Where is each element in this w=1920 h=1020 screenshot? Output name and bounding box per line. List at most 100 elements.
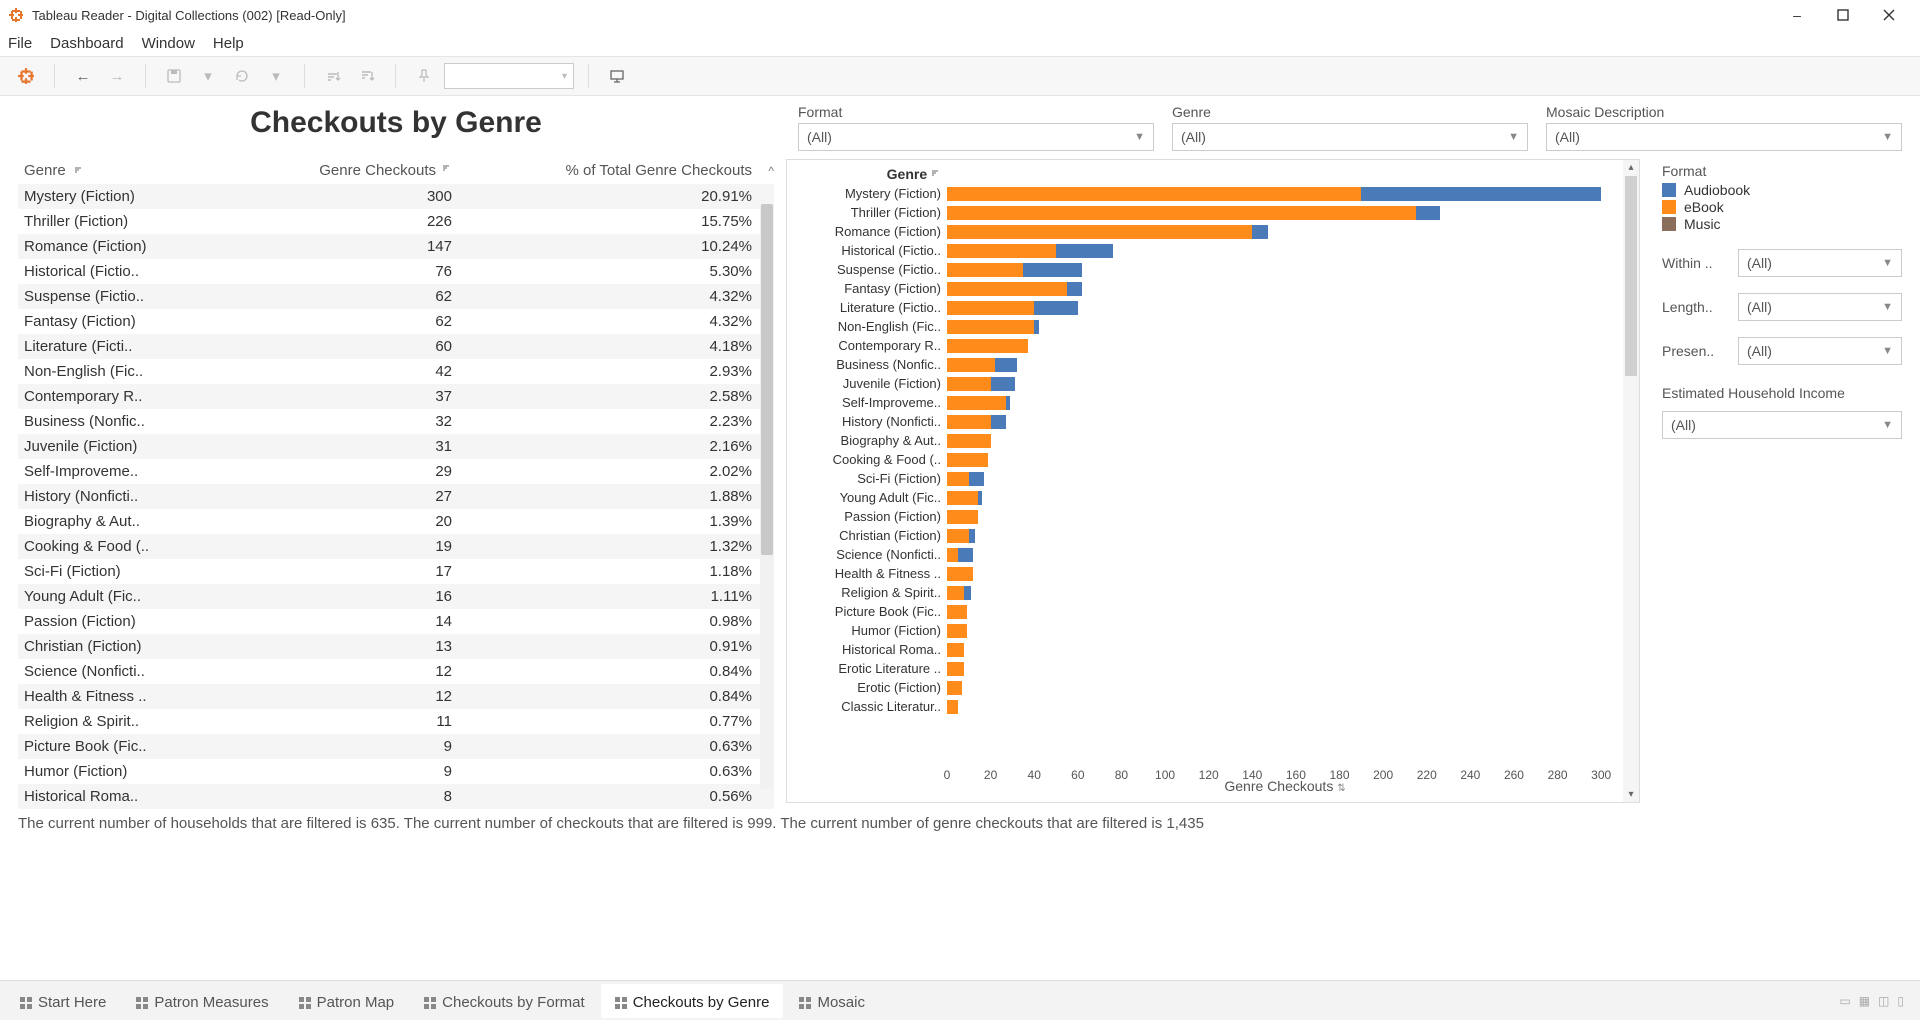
sheet-tab[interactable]: Start Here <box>6 984 120 1018</box>
filter-mosaic-select[interactable]: (All)▼ <box>1546 123 1902 151</box>
bar[interactable] <box>947 434 991 448</box>
table-row[interactable]: Cooking & Food (..191.32% <box>18 534 774 559</box>
legend-item[interactable]: Audiobook <box>1662 182 1902 198</box>
bar[interactable] <box>947 472 984 486</box>
table-row[interactable]: Humor (Fiction)90.63% <box>18 759 774 784</box>
bar[interactable] <box>947 510 978 524</box>
bar[interactable] <box>947 548 973 562</box>
minimize-button[interactable]: – <box>1774 0 1820 30</box>
legend-item[interactable]: eBook <box>1662 199 1902 215</box>
bar[interactable] <box>947 396 1010 410</box>
table-row[interactable]: Biography & Aut..201.39% <box>18 509 774 534</box>
table-row[interactable]: Christian (Fiction)130.91% <box>18 634 774 659</box>
sheet-tab[interactable]: Checkouts by Genre <box>601 984 784 1018</box>
bar[interactable] <box>947 225 1268 239</box>
dropdown-caret-icon[interactable]: ▾ <box>262 62 290 90</box>
sort-asc-button[interactable] <box>319 62 347 90</box>
table-row[interactable]: Thriller (Fiction)22615.75% <box>18 209 774 234</box>
legend-item[interactable]: Music <box>1662 216 1902 232</box>
filter-format-select[interactable]: (All)▼ <box>798 123 1154 151</box>
bar[interactable] <box>947 339 1028 353</box>
chart-scrollbar[interactable]: ▴ ▾ <box>1623 160 1639 802</box>
menu-help[interactable]: Help <box>213 35 244 52</box>
filter-income-select[interactable]: (All)▼ <box>1662 411 1902 439</box>
tab-icon[interactable]: ◫ <box>1878 994 1889 1008</box>
col-pct-label[interactable]: % of Total Genre Checkouts <box>566 162 753 179</box>
bar[interactable] <box>947 320 1039 334</box>
table-row[interactable]: Historical Roma..80.56% <box>18 784 774 809</box>
sort-icon[interactable] <box>931 171 941 182</box>
bar[interactable] <box>947 586 971 600</box>
bar[interactable] <box>947 206 1440 220</box>
bar[interactable] <box>947 529 975 543</box>
tab-icon[interactable]: ▭ <box>1839 994 1850 1008</box>
table-row[interactable]: Juvenile (Fiction)312.16% <box>18 434 774 459</box>
menu-window[interactable]: Window <box>142 35 195 52</box>
tab-icon[interactable]: ▯ <box>1897 994 1904 1008</box>
table-row[interactable]: Health & Fitness ..120.84% <box>18 684 774 709</box>
sheet-tab[interactable]: Patron Measures <box>122 984 282 1018</box>
sheet-tab[interactable]: Mosaic <box>785 984 879 1018</box>
filter-genre-select[interactable]: (All)▼ <box>1172 123 1528 151</box>
bar[interactable] <box>947 358 1017 372</box>
table-row[interactable]: Business (Nonfic..322.23% <box>18 409 774 434</box>
bar[interactable] <box>947 681 962 695</box>
sort-desc-button[interactable] <box>353 62 381 90</box>
table-row[interactable]: Young Adult (Fic..161.11% <box>18 584 774 609</box>
filter-presen-select[interactable]: (All)▼ <box>1738 337 1902 365</box>
bar[interactable] <box>947 567 973 581</box>
table-row[interactable]: Passion (Fiction)140.98% <box>18 609 774 634</box>
menu-file[interactable]: File <box>8 35 32 52</box>
bar[interactable] <box>947 187 1601 201</box>
table-row[interactable]: Contemporary R..372.58% <box>18 384 774 409</box>
scroll-up-icon[interactable]: ▴ <box>1623 162 1639 173</box>
filter-within-select[interactable]: (All)▼ <box>1738 249 1902 277</box>
filter-length-select[interactable]: (All)▼ <box>1738 293 1902 321</box>
table-row[interactable]: Science (Nonficti..120.84% <box>18 659 774 684</box>
bar[interactable] <box>947 491 982 505</box>
table-row[interactable]: Religion & Spirit..110.77% <box>18 709 774 734</box>
col-checkouts-label[interactable]: Genre Checkouts <box>319 162 436 179</box>
table-row[interactable]: Romance (Fiction)14710.24% <box>18 234 774 259</box>
forward-button[interactable]: → <box>103 62 131 90</box>
bar[interactable] <box>947 662 964 676</box>
refresh-button[interactable] <box>228 62 256 90</box>
sort-icon[interactable] <box>74 164 84 177</box>
table-row[interactable]: History (Nonficti..271.88% <box>18 484 774 509</box>
table-row[interactable]: Self-Improveme..292.02% <box>18 459 774 484</box>
bar[interactable] <box>947 605 967 619</box>
table-row[interactable]: Picture Book (Fic..90.63% <box>18 734 774 759</box>
bar[interactable] <box>947 244 1113 258</box>
bar[interactable] <box>947 700 958 714</box>
sort-icon[interactable] <box>442 164 452 177</box>
table-row[interactable]: Suspense (Fictio..624.32% <box>18 284 774 309</box>
back-button[interactable]: ← <box>69 62 97 90</box>
menu-dashboard[interactable]: Dashboard <box>50 35 123 52</box>
sheet-tab[interactable]: Checkouts by Format <box>410 984 599 1018</box>
toolbar-select[interactable]: ▾ <box>444 63 574 89</box>
sort-icon[interactable]: ⇅ <box>1337 783 1345 794</box>
presentation-button[interactable] <box>603 62 631 90</box>
bar[interactable] <box>947 643 964 657</box>
col-genre-label[interactable]: Genre <box>24 162 66 179</box>
bar[interactable] <box>947 624 967 638</box>
table-row[interactable]: Non-English (Fic..422.93% <box>18 359 774 384</box>
maximize-button[interactable] <box>1820 0 1866 30</box>
tab-icon[interactable]: ▦ <box>1859 994 1870 1008</box>
bar[interactable] <box>947 453 988 467</box>
close-button[interactable] <box>1866 0 1912 30</box>
table-row[interactable]: Sci-Fi (Fiction)171.18% <box>18 559 774 584</box>
pin-button[interactable] <box>410 62 438 90</box>
bar[interactable] <box>947 377 1015 391</box>
table-row[interactable]: Literature (Ficti..604.18% <box>18 334 774 359</box>
bar[interactable] <box>947 263 1082 277</box>
dropdown-caret-icon[interactable]: ▾ <box>194 62 222 90</box>
bar[interactable] <box>947 415 1006 429</box>
table-scrollbar[interactable] <box>760 204 774 789</box>
table-row[interactable]: Fantasy (Fiction)624.32% <box>18 309 774 334</box>
sheet-tab[interactable]: Patron Map <box>285 984 409 1018</box>
table-row[interactable]: Historical (Fictio..765.30% <box>18 259 774 284</box>
bar[interactable] <box>947 282 1082 296</box>
scroll-down-icon[interactable]: ▾ <box>1623 789 1639 800</box>
chevron-up-icon[interactable]: ^ <box>768 164 774 178</box>
